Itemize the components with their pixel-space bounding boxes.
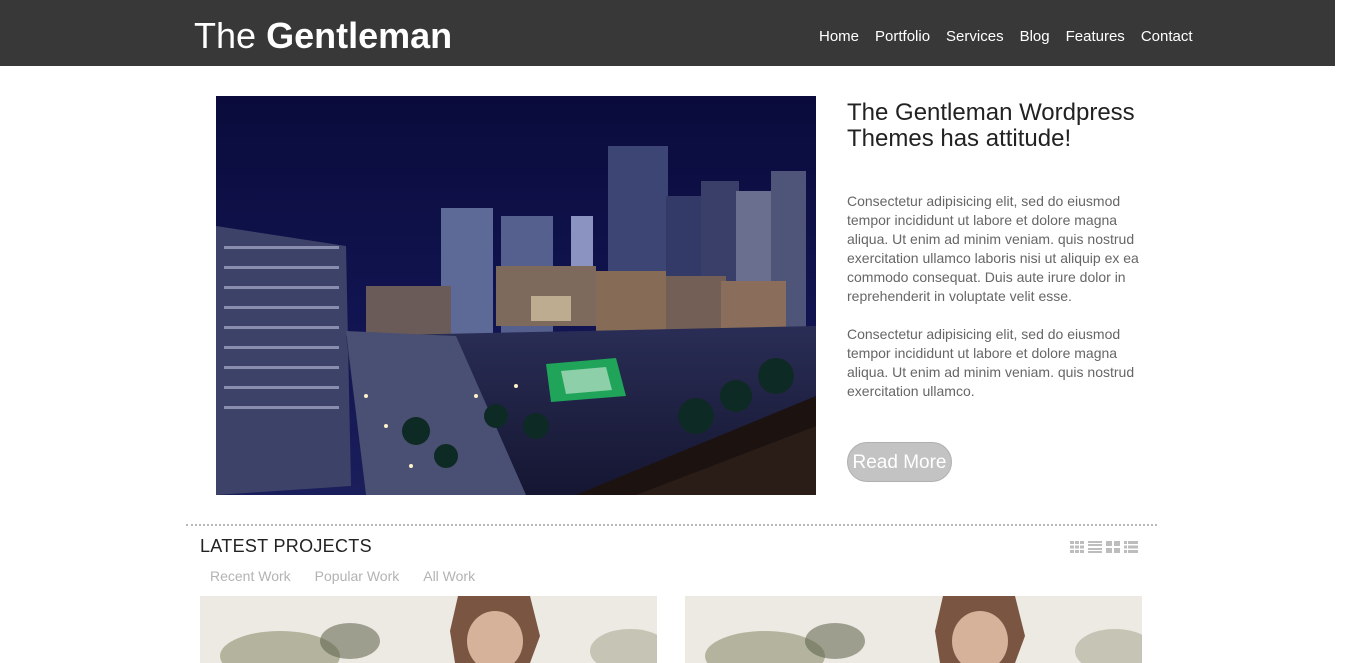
hero-title: The Gentleman Wordpress Themes has attit… xyxy=(847,99,1135,152)
nav-contact[interactable]: Contact xyxy=(1141,28,1193,46)
project-thumbnail[interactable] xyxy=(200,596,657,663)
grid-large-icon[interactable] xyxy=(1070,540,1084,553)
filter-popular-work[interactable]: Popular Work xyxy=(315,568,400,584)
hero-paragraph-2: Consectetur adipisicing elit, sed do eiu… xyxy=(847,326,1135,399)
nav-blog[interactable]: Blog xyxy=(1020,28,1050,46)
latest-projects-title: LATEST PROJECTS xyxy=(200,536,372,556)
hero-paragraph-1: Consectetur adipisicing elit, sed do eiu… xyxy=(847,193,1139,304)
top-header: The Gentleman Home Portfolio Services Bl… xyxy=(0,0,1335,66)
hero-city-image xyxy=(216,96,816,495)
grid-small-icon[interactable] xyxy=(1106,540,1120,553)
list-detail-icon[interactable] xyxy=(1088,540,1102,553)
nav-home[interactable]: Home xyxy=(819,28,859,46)
site-logo[interactable]: The Gentleman xyxy=(194,14,452,58)
logo-bold-text: Gentleman xyxy=(266,15,453,56)
view-toggle-icons xyxy=(1070,540,1142,553)
project-thumbnail[interactable] xyxy=(685,596,1142,663)
filter-all-work[interactable]: All Work xyxy=(423,568,475,584)
nav-portfolio[interactable]: Portfolio xyxy=(875,28,930,46)
nav-services[interactable]: Services xyxy=(946,28,1004,46)
logo-light-text: The xyxy=(194,15,257,56)
project-filters: Recent Work Popular Work All Work xyxy=(210,568,499,584)
read-more-button[interactable]: Read More xyxy=(847,442,952,482)
list-icon[interactable] xyxy=(1124,540,1138,553)
main-nav: Home Portfolio Services Blog Features Co… xyxy=(819,28,1209,46)
filter-recent-work[interactable]: Recent Work xyxy=(210,568,291,584)
nav-features[interactable]: Features xyxy=(1066,28,1125,46)
section-divider xyxy=(186,524,1157,526)
